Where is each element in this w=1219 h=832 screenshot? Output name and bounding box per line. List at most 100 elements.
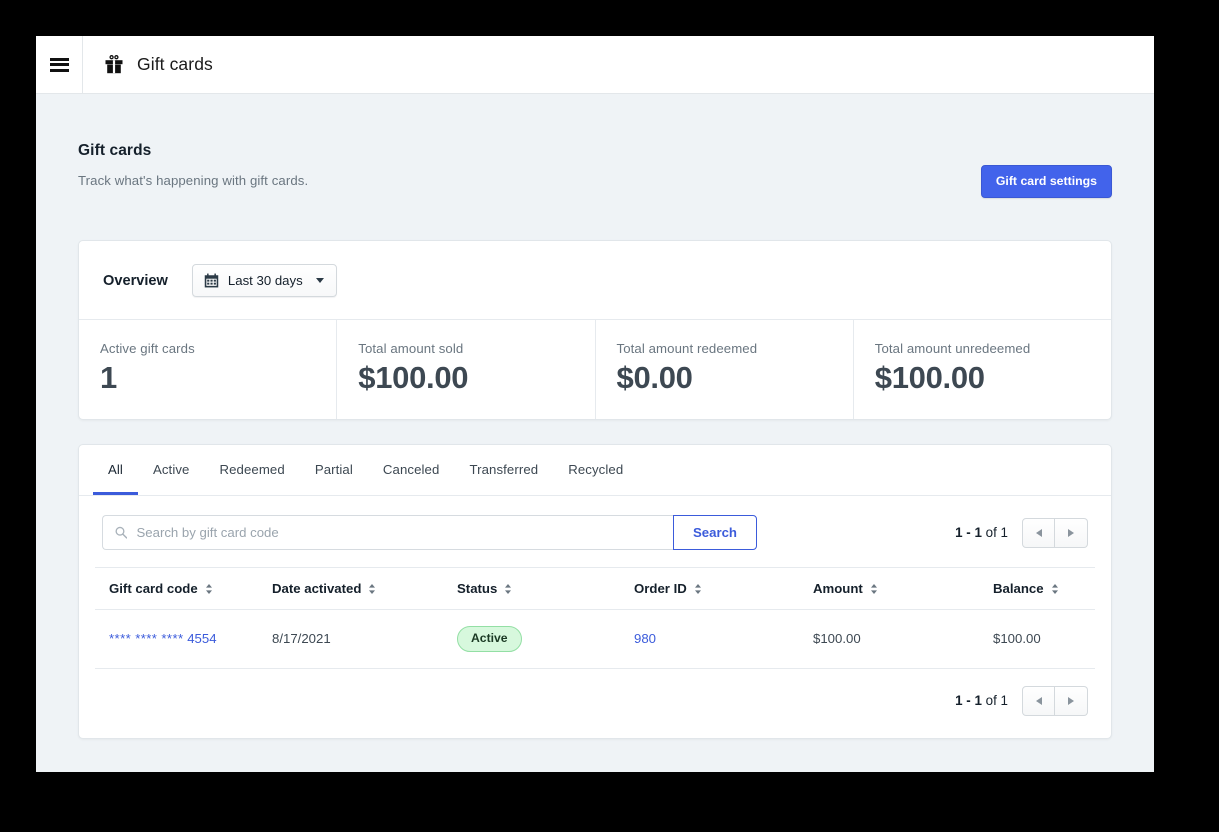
metric-value: 1 [100,360,117,396]
order-id-link[interactable]: 980 [634,631,656,646]
next-page-button[interactable] [1055,685,1088,716]
tab-partial[interactable]: Partial [300,445,368,495]
column-header-amount[interactable]: Amount [813,567,993,611]
column-label: Status [457,581,498,597]
page-header: Gift cards Track what's happening with g… [78,94,1112,199]
calendar-icon [204,273,219,288]
column-label: Amount [813,581,863,597]
column-label: Order ID [634,581,687,597]
search-input[interactable] [136,525,661,541]
column-header-gift-card-code[interactable]: Gift card code [95,567,272,611]
code-last4: 4554 [187,631,217,647]
pagination-buttons [1022,517,1088,548]
page-header-text: Gift cards Track what's happening with g… [78,142,308,188]
gift-cards-table: Gift card code Date activated Status Ord… [95,567,1095,669]
previous-page-button[interactable] [1022,517,1055,548]
tab-recycled[interactable]: Recycled [553,445,638,495]
metric-label: Total amount unredeemed [874,341,1031,357]
overview-label: Overview [103,272,168,289]
sort-icon [205,583,212,594]
pagination-total: of 1 [985,525,1008,541]
tab-all[interactable]: All [93,445,138,496]
tab-transferred[interactable]: Transferred [454,445,553,495]
pagination-bottom: 1 - 1 of 1 [955,685,1088,716]
chevron-right-icon [1068,528,1074,537]
table-footer: 1 - 1 of 1 [79,669,1111,738]
app-topbar: Gift cards [36,36,1154,94]
gift-card-code-link[interactable]: **** **** **** 4554 [109,631,217,646]
topbar-title: Gift cards [137,54,213,74]
table-body: **** **** **** 4554 8/17/2021 Active 980… [95,609,1095,669]
column-header-date-activated[interactable]: Date activated [272,567,457,611]
column-label: Gift card code [109,581,198,597]
hamburger-icon [49,57,69,72]
metric-total-amount-redeemed: Total amount redeemed $0.00 [596,320,854,420]
sort-icon [694,583,701,594]
metric-total-amount-sold: Total amount sold $100.00 [337,320,596,420]
sort-icon [870,583,877,594]
next-page-button[interactable] [1055,517,1088,548]
chevron-right-icon [1068,696,1074,705]
metric-total-amount-unredeemed: Total amount unredeemed $100.00 [854,320,1111,419]
sort-icon [505,583,512,594]
date-range-label: Last 30 days [227,273,303,289]
column-label: Date activated [272,581,362,597]
pagination-top: 1 - 1 of 1 [955,517,1088,548]
sort-icon [1051,583,1058,594]
metric-active-gift-cards: Active gift cards 1 [79,320,338,420]
column-label: Balance [993,581,1044,597]
gift-icon [105,54,123,73]
table-toolbar: Search 1 - 1 of 1 [79,496,1111,567]
tab-redeemed[interactable]: Redeemed [204,445,299,495]
previous-page-button[interactable] [1022,685,1055,716]
sort-icon [369,583,376,594]
metric-label: Total amount sold [358,341,464,357]
metric-value: $100.00 [358,360,469,396]
table-head: Gift card code Date activated Status Ord… [95,567,1095,611]
tab-active[interactable]: Active [138,445,205,495]
pagination-range: 1 - 1 [955,693,982,709]
pagination-label: 1 - 1 of 1 [955,693,1008,708]
metric-label: Active gift cards [100,341,195,357]
metric-value: $100.00 [874,360,985,396]
cell-gift-card-code: **** **** **** 4554 [95,609,272,669]
search-field[interactable] [102,515,673,551]
menu-toggle-button[interactable] [36,36,83,94]
topbar-brand: Gift cards [83,54,213,75]
pagination-total: of 1 [985,693,1008,709]
search-group: Search [102,515,757,551]
gift-card-settings-button[interactable]: Gift card settings [980,165,1112,199]
chevron-left-icon [1035,528,1042,537]
metrics-row: Active gift cards 1 Total amount sold $1… [79,320,1111,420]
overview-card: Overview Last 30 days Active gift cards … [78,240,1112,421]
column-header-status[interactable]: Status [457,567,634,611]
search-button[interactable]: Search [673,515,757,551]
overview-header: Overview Last 30 days [79,241,1111,321]
table-row: **** **** **** 4554 8/17/2021 Active 980… [95,609,1095,669]
pagination-buttons [1022,685,1088,716]
gift-cards-table-card: All Active Redeemed Partial Canceled Tra… [78,444,1112,739]
metric-value: $0.00 [616,360,693,396]
chevron-down-icon [315,278,324,284]
cell-balance: $100.00 [993,609,1095,669]
pagination-label: 1 - 1 of 1 [955,525,1008,540]
page-title: Gift cards [78,142,152,159]
cell-amount: $100.00 [813,609,993,669]
pagination-range: 1 - 1 [955,525,982,541]
browser-viewport: Gift cards Gift cards Track what's happe… [36,36,1154,772]
date-range-selector[interactable]: Last 30 days [191,264,337,298]
page-subtitle: Track what's happening with gift cards. [78,173,309,188]
chevron-left-icon [1035,696,1042,705]
page-content: Gift cards Track what's happening with g… [36,94,1154,739]
column-header-order-id[interactable]: Order ID [634,567,813,611]
status-badge: Active [457,626,522,652]
metric-label: Total amount redeemed [616,341,758,357]
tab-canceled[interactable]: Canceled [368,445,455,495]
search-icon [115,527,128,539]
masked-code: **** **** **** [109,631,184,647]
column-header-balance[interactable]: Balance [993,567,1095,611]
table-header-row: Gift card code Date activated Status Ord… [95,567,1095,611]
cell-order-id: 980 [634,609,813,669]
status-filter-tabs: All Active Redeemed Partial Canceled Tra… [79,445,1111,497]
cell-status: Active [457,609,634,669]
